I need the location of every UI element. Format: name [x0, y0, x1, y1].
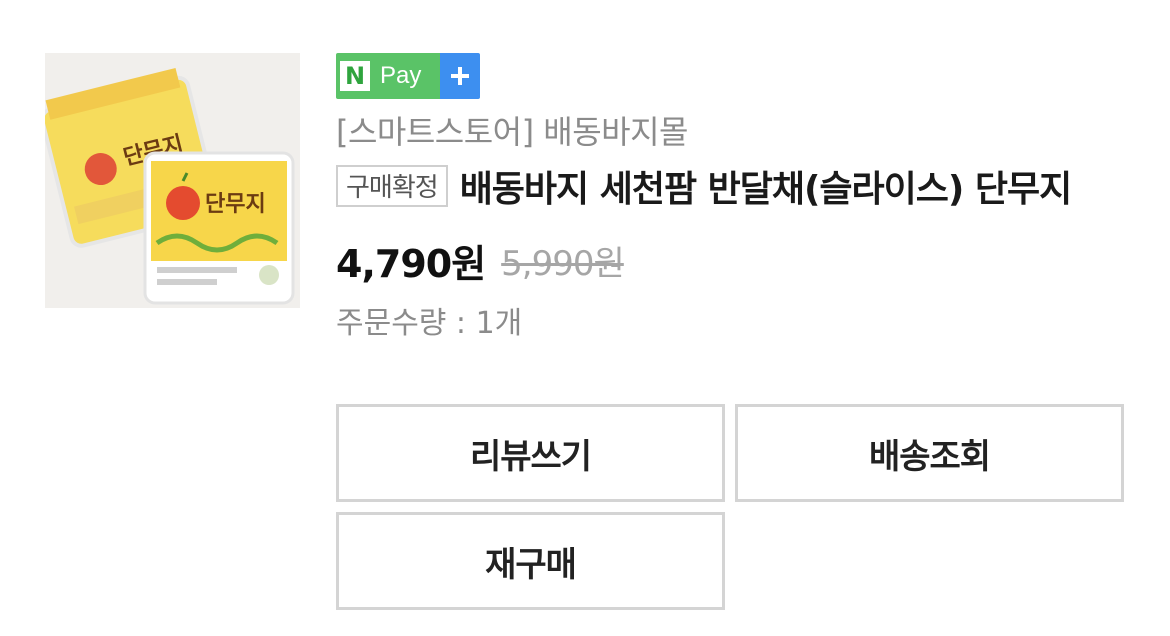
seller-name[interactable]: [스마트스토어] 배동바지몰 — [336, 109, 1136, 155]
npay-n-icon: N — [340, 61, 370, 91]
sale-price: 4,790원 — [336, 241, 486, 286]
plus-icon — [440, 53, 480, 99]
title-row: 구매확정 배동바지 세천팜 반달채(슬라이스) 단무지 — [336, 159, 1136, 213]
order-quantity: 주문수량 : 1개 — [336, 306, 523, 341]
npay-logo: N Pay — [336, 53, 440, 99]
rebuy-button[interactable]: 재구매 — [336, 512, 725, 610]
product-image: 단무지 단무지 — [45, 53, 300, 308]
npay-badge: N Pay — [336, 53, 480, 99]
npay-pay-label: Pay — [380, 62, 422, 89]
price-row: 4,790원 5,990원 — [336, 235, 1136, 286]
order-item-info: N Pay [스마트스토어] 배동바지몰 구매확정 배동바지 세천팜 반달채(슬… — [336, 53, 1136, 347]
write-review-button[interactable]: 리뷰쓰기 — [336, 404, 725, 502]
status-badge: 구매확정 — [336, 165, 448, 207]
svg-text:단무지: 단무지 — [205, 192, 266, 217]
track-delivery-button[interactable]: 배송조회 — [735, 404, 1124, 502]
original-price: 5,990원 — [501, 243, 625, 284]
product-thumbnail[interactable]: 단무지 단무지 — [45, 53, 300, 308]
product-title[interactable]: 배동바지 세천팜 반달채(슬라이스) 단무지 — [460, 160, 1100, 212]
